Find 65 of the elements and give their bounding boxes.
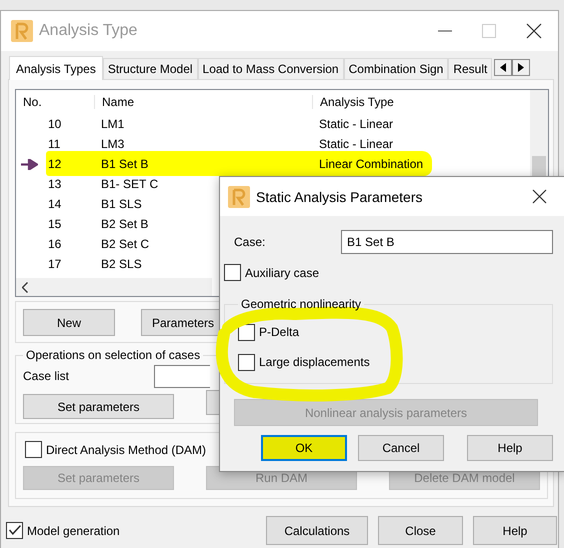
close-icon xyxy=(526,23,542,39)
checkbox-label: Large displacements xyxy=(259,355,370,369)
window-title: Analysis Type xyxy=(39,22,138,40)
maximize-icon xyxy=(482,24,496,38)
checkbox[interactable] xyxy=(238,354,255,370)
checkmark-icon xyxy=(9,525,21,535)
table-cell-text: LM1 xyxy=(100,117,124,131)
table-cell-text: 11 xyxy=(47,137,60,151)
footer-button[interactable]: Calculations xyxy=(266,516,368,545)
table-cell-text: Static - Linear xyxy=(318,137,394,151)
table-cell-text: 14 xyxy=(47,197,62,211)
table-cell-text: LM3 xyxy=(100,137,124,151)
dialog-button[interactable]: Cancel xyxy=(358,435,444,461)
case-list-field[interactable] xyxy=(154,364,210,388)
column-header[interactable]: Analysis Type xyxy=(312,95,394,109)
column-header[interactable]: Name xyxy=(94,95,134,109)
case-field[interactable]: B1 Set B xyxy=(341,230,553,254)
tab[interactable]: Analysis Types xyxy=(9,56,103,80)
checkbox[interactable] xyxy=(238,324,255,340)
table-cell-text: Linear Combination xyxy=(318,157,424,171)
scroll-left-icon xyxy=(22,282,28,292)
new-button[interactable]: New xyxy=(23,309,115,336)
table-cell-text: B2 Set C xyxy=(100,237,150,251)
table-cell-text: 10 xyxy=(47,117,62,131)
group-title: Operations on selection of cases xyxy=(25,348,202,362)
checkbox[interactable] xyxy=(6,522,23,539)
table-cell-text: 12 xyxy=(47,157,62,171)
set-parameters-button[interactable]: Set parameters xyxy=(23,394,174,419)
table-cell-text: 13 xyxy=(47,177,62,191)
footer-button[interactable]: Close xyxy=(378,516,463,545)
table-cell-text: 15 xyxy=(47,217,62,231)
left-arrow-icon xyxy=(500,63,506,72)
tab[interactable]: Load to Mass Conversion xyxy=(198,58,344,79)
table-cell-text: B1- SET C xyxy=(100,177,158,191)
table-cell-text: B2 SLS xyxy=(100,257,142,271)
table-cell-text: B1 Set B xyxy=(100,157,148,171)
checkbox-label: Model generation xyxy=(27,524,120,538)
scroll-right-button[interactable] xyxy=(512,59,530,76)
field-label: Case: xyxy=(234,235,266,249)
table-cell-text: B1 SLS xyxy=(100,197,142,211)
tab[interactable]: Structure Model xyxy=(102,58,198,79)
scroll-left-button[interactable] xyxy=(494,59,512,76)
close-icon xyxy=(532,189,547,204)
table-cell-text: B2 Set B xyxy=(100,217,148,231)
app-logo-icon xyxy=(228,186,250,208)
field-label: Case list xyxy=(23,369,70,383)
checkbox-label: P-Delta xyxy=(259,325,300,339)
checkbox[interactable] xyxy=(224,264,241,281)
button[interactable] xyxy=(206,390,220,415)
right-arrow-icon xyxy=(518,63,524,72)
minimize-icon xyxy=(438,30,452,32)
checkbox-label: Direct Analysis Method (DAM) xyxy=(46,442,206,456)
dialog-title: Static Analysis Parameters xyxy=(256,188,423,204)
table-cell-text: 16 xyxy=(47,237,62,251)
app-logo-icon xyxy=(11,20,33,42)
dialog-button[interactable]: Help xyxy=(467,435,553,461)
column-header[interactable]: No. xyxy=(16,95,42,109)
tab[interactable]: Result xyxy=(448,58,492,79)
footer-button[interactable]: Help xyxy=(473,516,557,545)
dialog-button[interactable]: OK xyxy=(261,435,347,461)
checkbox-label: Auxiliary case xyxy=(245,266,320,280)
table-cell-text: Static - Linear xyxy=(318,117,394,131)
checkbox[interactable] xyxy=(25,441,42,458)
tab[interactable]: Combination Sign xyxy=(344,58,448,79)
table-cell-text: 17 xyxy=(47,257,62,271)
